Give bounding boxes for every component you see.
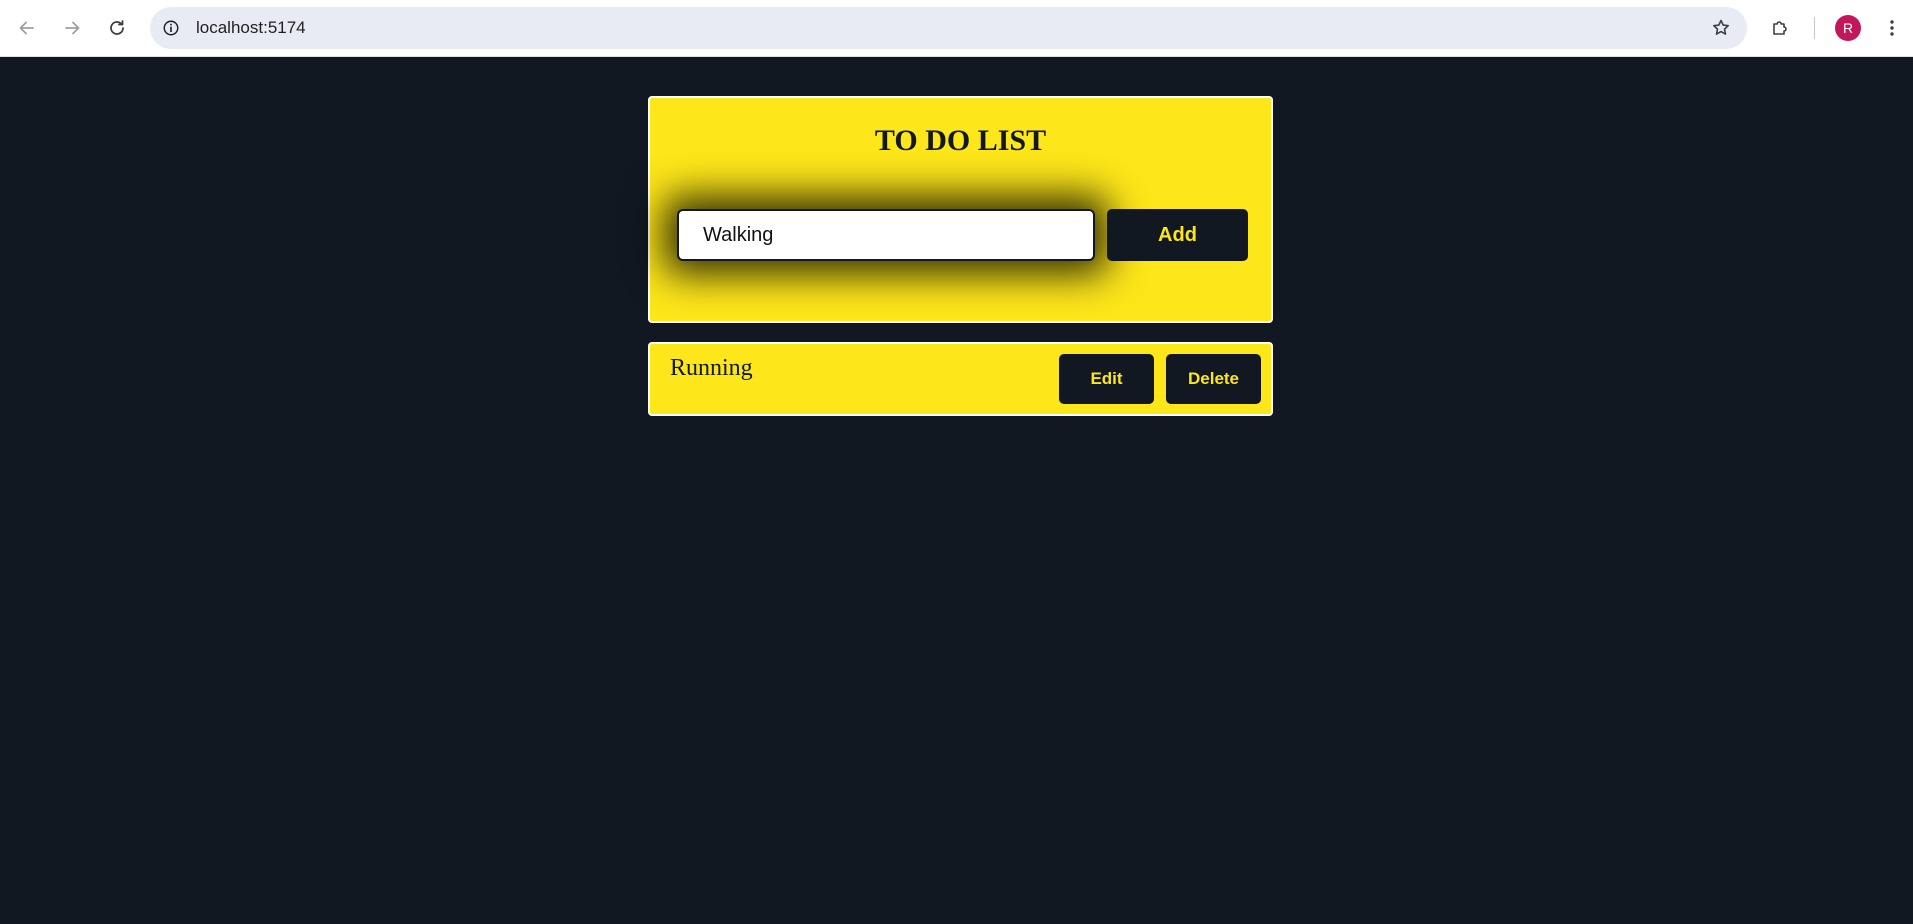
todo-input-card: TO DO LIST Add	[648, 96, 1273, 323]
star-icon[interactable]	[1709, 16, 1733, 40]
reload-icon	[110, 20, 124, 35]
address-bar[interactable]: localhost:5174	[150, 7, 1747, 49]
delete-button[interactable]: Delete	[1166, 354, 1261, 404]
list-item-text: Running	[670, 355, 753, 381]
info-icon[interactable]	[160, 17, 182, 39]
edit-button[interactable]: Edit	[1059, 354, 1154, 404]
url-text[interactable]: localhost:5174	[196, 7, 306, 49]
profile-avatar[interactable]: R	[1835, 15, 1861, 41]
back-button[interactable]	[10, 11, 44, 45]
list-item: Running Edit Delete	[648, 342, 1273, 416]
arrow-left-icon	[19, 21, 34, 35]
page-title: TO DO LIST	[874, 124, 1047, 157]
forward-button[interactable]	[55, 11, 89, 45]
reload-button[interactable]	[100, 11, 134, 45]
browser-toolbar: localhost:5174 R	[0, 0, 1913, 57]
puzzle-icon[interactable]	[1766, 14, 1794, 42]
arrow-right-icon	[65, 21, 80, 35]
task-input[interactable]	[677, 209, 1095, 261]
add-button[interactable]: Add	[1107, 209, 1248, 261]
toolbar-separator	[1814, 17, 1815, 39]
kebab-menu-icon[interactable]	[1878, 14, 1906, 42]
